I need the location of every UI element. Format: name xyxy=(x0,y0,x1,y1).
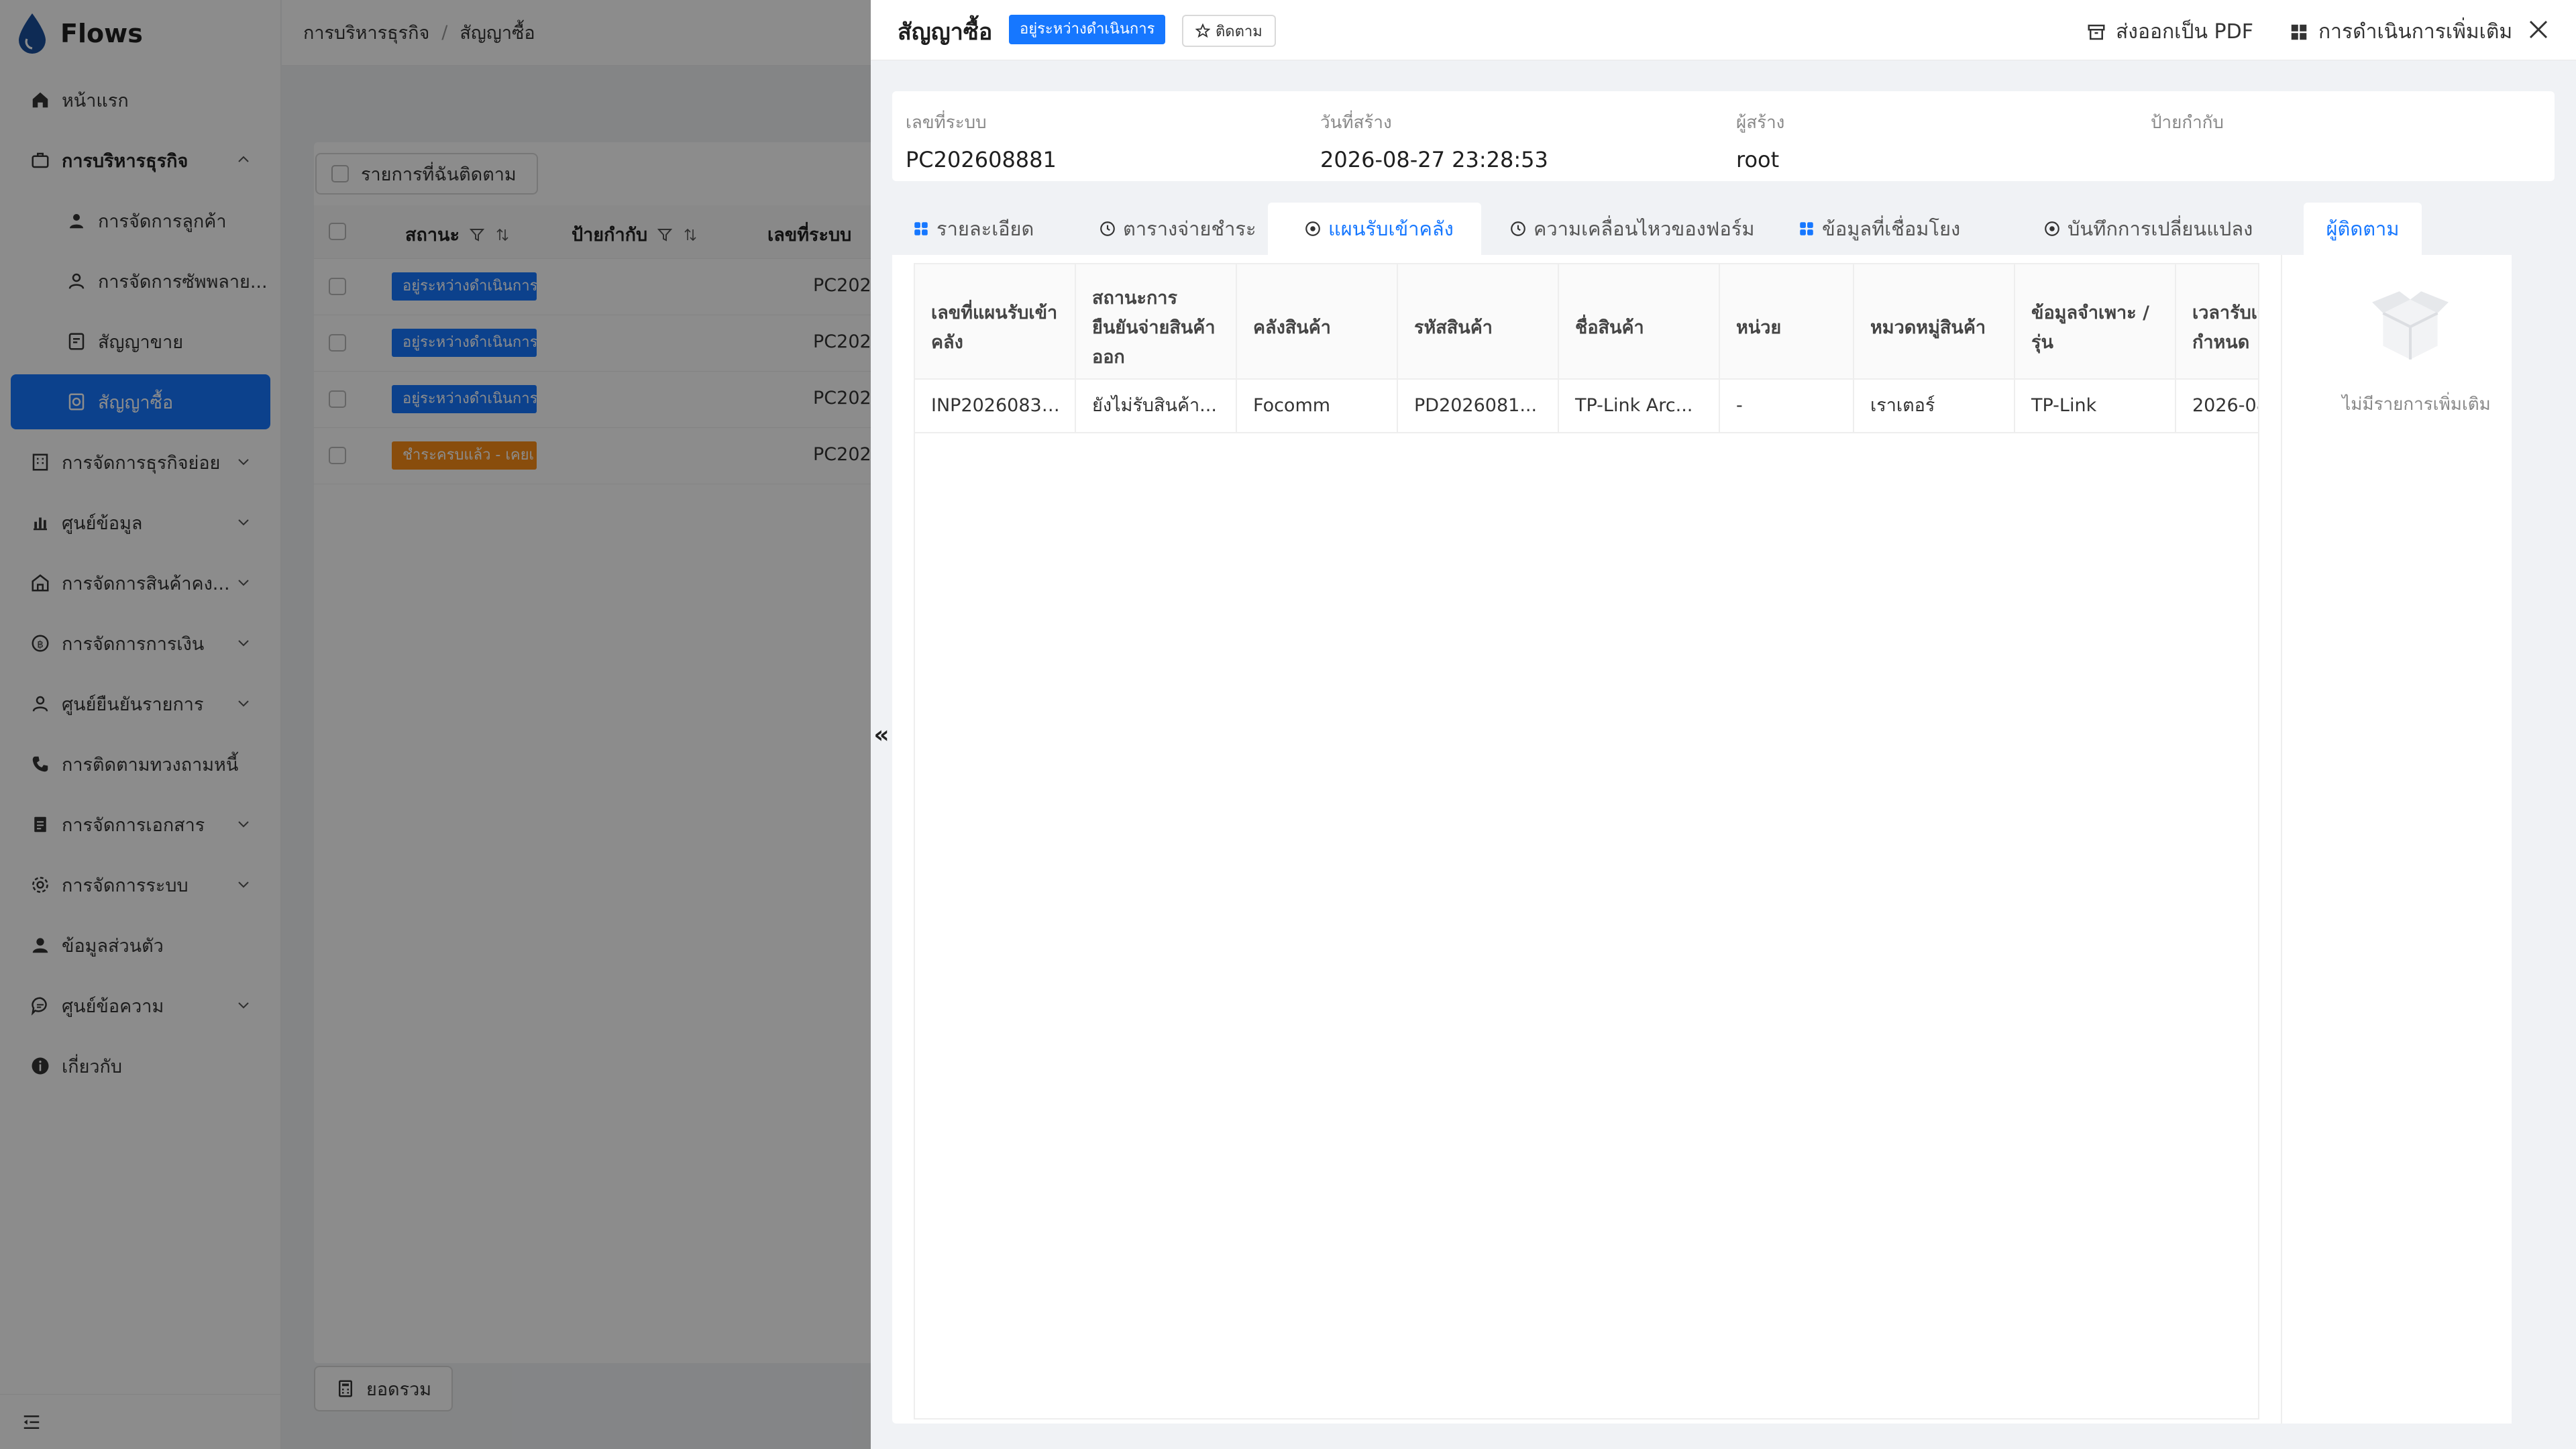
system-no-field: เลขที่ระบบ PC202608881 xyxy=(906,109,1057,172)
column-header[interactable]: เลขที่แผนรับเข้าคลัง xyxy=(915,264,1076,380)
detail-drawer: สัญญาซื้อ อยู่ระหว่างดำเนินการ ติดตาม ส่… xyxy=(871,0,2576,1449)
grid-icon xyxy=(1800,222,1813,235)
drawer-collapse-handle[interactable]: « xyxy=(871,718,892,751)
close-icon[interactable] xyxy=(2526,17,2551,42)
tab-label: บันทึกการเปลี่ยนแปลง xyxy=(2068,217,2253,240)
tab-label: ความเคลื่อนไหวของฟอร์ม xyxy=(1534,217,1755,240)
clock-icon xyxy=(1100,221,1115,236)
creator-field: ผู้สร้าง root xyxy=(1736,109,1784,172)
star-icon xyxy=(1195,23,1210,38)
apps-icon xyxy=(2291,24,2307,40)
followers-panel xyxy=(2281,255,2512,1424)
drawer-header: สัญญาซื้อ อยู่ระหว่างดำเนินการ ติดตาม ส่… xyxy=(871,0,2576,60)
tab-label: ข้อมูลที่เชื่อมโยง xyxy=(1822,217,1961,240)
tab-linked-data[interactable]: ข้อมูลที่เชื่อมโยง xyxy=(1784,203,1974,255)
export-pdf-button[interactable]: ส่งออกเป็น PDF xyxy=(2086,16,2253,48)
tab-change-log[interactable]: บันทึกการเปลี่ยนแปลง xyxy=(2030,203,2266,255)
tab-details[interactable]: รายละเอียด xyxy=(899,203,1047,255)
field-label: ผู้สร้าง xyxy=(1736,113,1785,133)
table-cell: INP202608336 xyxy=(915,380,1076,433)
created-date-field: วันที่สร้าง 2026-08-27 23:28:53 xyxy=(1320,109,1548,172)
table-cell: TP-Link Arc... xyxy=(1559,380,1720,433)
grid-icon xyxy=(914,222,928,235)
status-badge: อยู่ระหว่างดำเนินการ xyxy=(1009,15,1166,44)
field-value: root xyxy=(1736,147,1780,172)
receiving-plan-panel: เลขที่แผนรับเข้าคลัง สถานะการยืนยันจ่ายส… xyxy=(892,255,2302,1424)
table-cell: PD2026081... xyxy=(1398,380,1559,433)
tab-label: รายละเอียด xyxy=(936,217,1034,240)
tab-form-activity[interactable]: ความเคลื่อนไหวของฟอร์ม xyxy=(1496,203,1768,255)
circle-dot-icon xyxy=(2045,221,2059,236)
circle-dot-icon xyxy=(1305,221,1320,236)
table-cell: ยังไม่รับสินค้า... xyxy=(1076,380,1237,433)
tab-label: ตารางจ่ายชำระ xyxy=(1123,217,1256,240)
tab-payment-schedule[interactable]: ตารางจ่ายชำระ xyxy=(1085,203,1270,255)
export-pdf-label: ส่งออกเป็น PDF xyxy=(2116,20,2253,44)
tab-followers[interactable]: ผู้ติดตาม xyxy=(2304,203,2422,255)
field-label: เลขที่ระบบ xyxy=(906,113,987,133)
field-value: PC202608881 xyxy=(906,147,1057,172)
field-label: ป้ายกำกับ xyxy=(2151,113,2224,133)
detail-tabs: รายละเอียด ตารางจ่ายชำระ แผนรับเข้าคลัง … xyxy=(892,203,2555,255)
column-header[interactable]: หน่วย xyxy=(1720,264,1854,380)
column-header[interactable]: สถานะการยืนยันจ่ายสินค้าออก xyxy=(1076,264,1237,380)
followers-empty-text: ไม่มีรายการเพิ่มเติม xyxy=(2342,394,2491,415)
table-cell: Focomm xyxy=(1237,380,1398,433)
column-header[interactable]: ชื่อสินค้า xyxy=(1559,264,1720,380)
column-header[interactable]: เวลารับเข้ากำหนด xyxy=(2176,264,2258,380)
table-cell: TP-Link xyxy=(2015,380,2176,433)
table-cell: เราเตอร์ xyxy=(1854,380,2015,433)
table-cell: 2026-08 xyxy=(2176,380,2258,433)
field-value: 2026-08-27 23:28:53 xyxy=(1320,147,1548,172)
column-header[interactable]: คลังสินค้า xyxy=(1237,264,1398,380)
field-label: วันที่สร้าง xyxy=(1320,113,1392,133)
history-icon xyxy=(1511,221,1525,236)
tab-label: ผู้ติดตาม xyxy=(2326,217,2400,240)
follow-label: ติดตาม xyxy=(1216,22,1263,40)
follow-button[interactable]: ติดตาม xyxy=(1182,15,1276,47)
modal-mask[interactable] xyxy=(0,0,871,1449)
column-header[interactable]: รหัสสินค้า xyxy=(1398,264,1559,380)
column-header[interactable]: หมวดหมู่สินค้า xyxy=(1854,264,2015,380)
tab-receiving-plan[interactable]: แผนรับเข้าคลัง xyxy=(1268,203,1481,255)
archive-icon xyxy=(2088,24,2105,40)
tag-field: ป้ายกำกับ xyxy=(2151,109,2224,147)
contract-info-card: เลขที่ระบบ PC202608881 วันที่สร้าง 2026-… xyxy=(892,91,2555,181)
empty-box-icon xyxy=(2372,291,2449,360)
more-actions-button[interactable]: การดำเนินการเพิ่มเติม xyxy=(2289,16,2512,48)
receiving-plan-table: เลขที่แผนรับเข้าคลัง สถานะการยืนยันจ่ายส… xyxy=(914,263,2259,1419)
tab-label: แผนรับเข้าคลัง xyxy=(1328,217,1454,240)
drawer-title: สัญญาซื้อ xyxy=(898,19,993,46)
table-cell: - xyxy=(1720,380,1854,433)
more-actions-label: การดำเนินการเพิ่มเติม xyxy=(2318,20,2513,44)
column-header[interactable]: ข้อมูลจำเพาะ / รุ่น xyxy=(2015,264,2176,380)
